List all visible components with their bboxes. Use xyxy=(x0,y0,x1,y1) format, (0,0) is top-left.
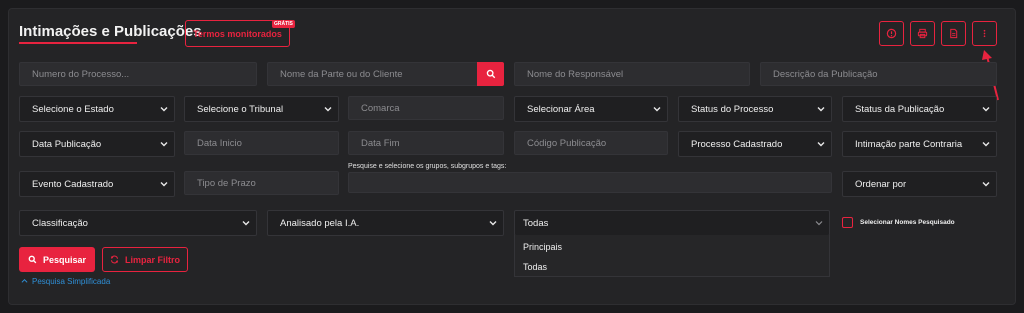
search-icon xyxy=(28,255,37,264)
deadline-type-input[interactable]: Tipo de Prazo xyxy=(184,171,339,195)
court-select-label: Selecione o Tribunal xyxy=(197,103,284,115)
registered-event-select[interactable]: Evento Cadastrado xyxy=(19,171,175,197)
area-select[interactable]: Selecionar Área xyxy=(514,96,668,122)
process-status-select[interactable]: Status do Processo xyxy=(678,96,832,122)
simple-search-link[interactable]: Pesquisa Simplificada xyxy=(21,277,110,286)
export-document-button[interactable] xyxy=(941,21,966,46)
court-select[interactable]: Selecione o Tribunal xyxy=(184,96,339,122)
search-button-label: Pesquisar xyxy=(42,254,87,265)
start-date-input[interactable]: Data Inicio xyxy=(184,131,339,155)
chevron-down-icon xyxy=(817,107,825,112)
registered-process-select[interactable]: Processo Cadastrado xyxy=(678,131,832,157)
start-date-placeholder: Data Inicio xyxy=(197,137,242,149)
end-date-input[interactable]: Data Fim xyxy=(348,131,504,155)
refresh-icon xyxy=(110,255,119,264)
party-search-button[interactable] xyxy=(477,62,504,86)
publication-status-select[interactable]: Status da Publicação xyxy=(842,96,997,122)
select-searched-names-label: Selecionar Nomes Pesquisado xyxy=(860,219,955,226)
chevron-down-icon xyxy=(160,142,168,147)
responsible-name-input[interactable]: Nome do Responsável xyxy=(514,62,750,86)
party-name-placeholder: Nome da Parte ou do Cliente xyxy=(280,68,403,80)
deadline-type-placeholder: Tipo de Prazo xyxy=(197,177,256,189)
chevron-down-icon xyxy=(242,221,250,226)
chevron-down-icon xyxy=(160,182,168,187)
chevron-down-icon xyxy=(982,142,990,147)
state-select-label: Selecione o Estado xyxy=(32,103,114,115)
title-underline xyxy=(19,42,137,44)
clear-filter-button[interactable]: Limpar Filtro xyxy=(102,247,188,272)
district-placeholder: Comarca xyxy=(361,102,400,114)
scope-selected-label: Todas xyxy=(523,217,549,229)
chevron-down-icon xyxy=(815,221,823,226)
document-icon xyxy=(950,28,958,39)
order-by-label: Ordenar por xyxy=(855,178,907,190)
print-button[interactable] xyxy=(910,21,935,46)
chevron-down-icon xyxy=(982,182,990,187)
terms-monitored-label: Termos monitorados xyxy=(193,28,282,39)
dropdown-option-todas[interactable]: Todas xyxy=(523,262,547,272)
groups-tags-input[interactable] xyxy=(348,172,832,193)
description-placeholder: Descrição da Publicação xyxy=(773,68,878,80)
more-options-button[interactable] xyxy=(972,21,997,46)
groups-label: Pesquise e selecione os grupos, subgrupo… xyxy=(348,163,507,170)
scope-select[interactable]: Todas xyxy=(514,210,830,236)
help-button[interactable] xyxy=(879,21,904,46)
classification-select[interactable]: Classificação xyxy=(19,210,257,236)
chevron-down-icon xyxy=(817,142,825,147)
end-date-placeholder: Data Fim xyxy=(361,137,400,149)
order-by-select[interactable]: Ordenar por xyxy=(842,171,997,197)
registered-event-label: Evento Cadastrado xyxy=(32,178,114,190)
publication-date-label: Data Publicação xyxy=(32,138,102,150)
dropdown-option-principais[interactable]: Principais xyxy=(523,242,562,252)
search-icon xyxy=(486,69,495,79)
chevron-down-icon xyxy=(324,107,332,112)
registered-process-label: Processo Cadastrado xyxy=(691,138,783,150)
chevron-down-icon xyxy=(489,221,497,226)
publication-date-select[interactable]: Data Publicação xyxy=(19,131,175,157)
help-circle-icon xyxy=(886,28,897,39)
party-name-input[interactable]: Nome da Parte ou do Cliente xyxy=(267,62,478,86)
area-select-label: Selecionar Área xyxy=(527,103,595,115)
chevron-down-icon xyxy=(653,107,661,112)
opposing-party-select[interactable]: Intimação parte Contraria xyxy=(842,131,997,157)
simple-search-label: Pesquisa Simplificada xyxy=(32,277,111,286)
process-status-label: Status do Processo xyxy=(691,103,774,115)
ai-analyzed-select[interactable]: Analisado pela I.A. xyxy=(267,210,504,236)
publication-description-input[interactable]: Descrição da Publicação xyxy=(760,62,997,86)
process-number-input[interactable]: Numero do Processo... xyxy=(19,62,257,86)
ai-analyzed-label: Analisado pela I.A. xyxy=(280,217,360,229)
clear-filter-label: Limpar Filtro xyxy=(124,254,180,265)
process-number-placeholder: Numero do Processo... xyxy=(32,68,130,80)
state-select[interactable]: Selecione o Estado xyxy=(19,96,175,122)
publication-code-placeholder: Código Publicação xyxy=(527,137,607,149)
classification-label: Classificação xyxy=(32,217,88,229)
responsible-placeholder: Nome do Responsável xyxy=(527,68,624,80)
publication-status-label: Status da Publicação xyxy=(855,103,945,115)
search-button[interactable]: Pesquisar xyxy=(19,247,95,272)
page-title: Intimações e Publicações xyxy=(19,23,202,40)
select-searched-names-checkbox[interactable] xyxy=(842,217,853,228)
print-icon xyxy=(917,28,928,39)
free-badge: GRÁTIS xyxy=(272,20,295,28)
chevron-down-icon xyxy=(982,107,990,112)
publication-code-input[interactable]: Código Publicação xyxy=(514,131,668,155)
opposing-party-label: Intimação parte Contraria xyxy=(855,138,963,150)
chevron-up-icon xyxy=(21,278,28,283)
scope-dropdown-menu: Principais Todas xyxy=(514,235,830,277)
chevron-down-icon xyxy=(160,107,168,112)
district-input[interactable]: Comarca xyxy=(348,96,504,120)
more-vertical-icon xyxy=(983,29,986,38)
